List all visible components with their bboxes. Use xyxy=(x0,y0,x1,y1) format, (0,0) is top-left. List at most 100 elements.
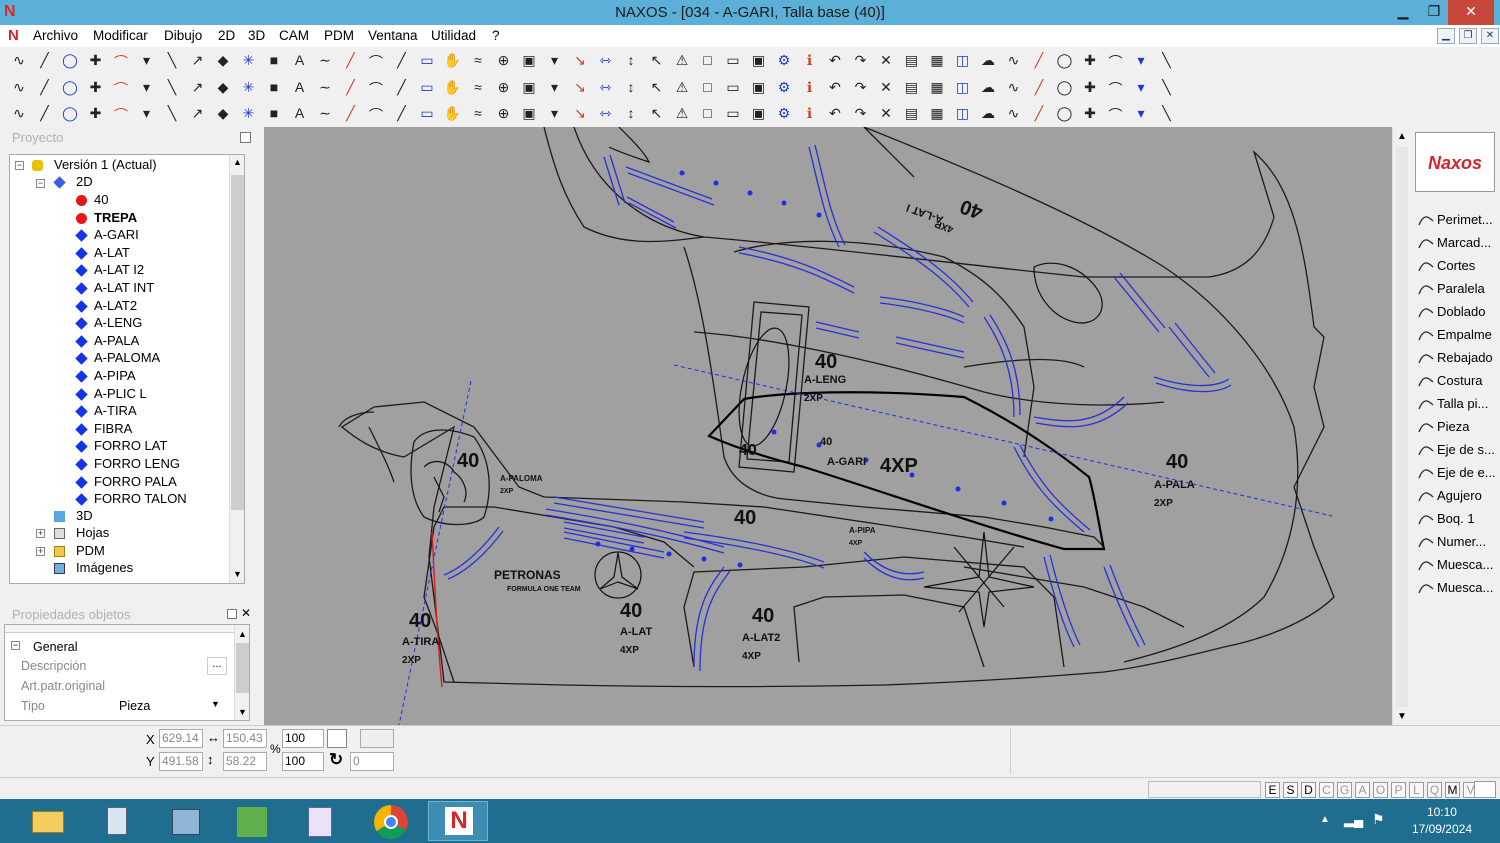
toolbar-tool-icon[interactable]: ∿ xyxy=(10,105,28,123)
status-letter[interactable]: P xyxy=(1391,782,1406,798)
toolbar-tool-icon[interactable]: ▾ xyxy=(546,105,564,123)
toolbar-tool-icon[interactable]: ◆ xyxy=(214,79,232,97)
toolbar-tool-icon[interactable]: ◯ xyxy=(61,105,79,123)
tree-expand-icon[interactable]: + xyxy=(36,529,45,538)
toolbar-tool-icon[interactable]: ⊕ xyxy=(495,52,513,70)
toolbar-tool-icon[interactable]: ╲ xyxy=(163,79,181,97)
document-icon[interactable]: N xyxy=(8,27,19,44)
toolbar-tool-icon[interactable]: ▾ xyxy=(138,52,156,70)
status-letter[interactable]: O xyxy=(1373,782,1388,798)
status-letter[interactable]: Q xyxy=(1427,782,1442,798)
status-letter[interactable]: L xyxy=(1409,782,1424,798)
toolbar-tool-icon[interactable]: ⚙ xyxy=(775,105,793,123)
scroll-up-icon[interactable]: ▲ xyxy=(238,629,247,639)
toolbar-tool-icon[interactable]: ╱ xyxy=(342,105,360,123)
toolbar-tool-icon[interactable]: ■ xyxy=(265,105,283,123)
toolbar-tool-icon[interactable]: ⌒ xyxy=(1107,52,1125,70)
tool-item[interactable]: Agujero xyxy=(1415,485,1499,507)
toolbar-tool-icon[interactable]: ⚠ xyxy=(673,105,691,123)
tool-item[interactable]: Talla pi... xyxy=(1415,393,1499,415)
toolbar-tool-icon[interactable]: ∿ xyxy=(10,52,28,70)
toolbar-tool-icon[interactable]: ▾ xyxy=(546,52,564,70)
toolbar-tool-icon[interactable]: ▣ xyxy=(750,105,768,123)
toolbar-tool-icon[interactable]: ⊕ xyxy=(495,79,513,97)
status-letter[interactable]: D xyxy=(1301,782,1316,798)
toolbar-tool-icon[interactable]: ℹ xyxy=(801,52,819,70)
taskbar-green-app-icon[interactable] xyxy=(222,801,282,841)
toolbar-tool-icon[interactable]: ╱ xyxy=(393,79,411,97)
toolbar-tool-icon[interactable]: ⌒ xyxy=(1107,79,1125,97)
toolbar-tool-icon[interactable]: ╱ xyxy=(393,105,411,123)
toolbar-tool-icon[interactable]: □ xyxy=(699,52,717,70)
maximize-button[interactable]: ❐ xyxy=(1416,0,1452,25)
tree-collapse-icon[interactable]: − xyxy=(15,161,24,170)
props-scrollbar[interactable]: ▲ ▼ xyxy=(234,625,249,720)
toolbar-tool-icon[interactable]: ◯ xyxy=(1056,52,1074,70)
toolbar-tool-icon[interactable]: ∿ xyxy=(1005,52,1023,70)
toolbar-tool-icon[interactable]: ▣ xyxy=(750,79,768,97)
toolbar-tool-icon[interactable]: ▭ xyxy=(724,105,742,123)
toolbar-tool-icon[interactable]: ✳ xyxy=(240,52,258,70)
toolbar-tool-icon[interactable]: ✚ xyxy=(87,52,105,70)
tool-item[interactable]: Cortes xyxy=(1415,255,1499,277)
toolbar-tool-icon[interactable]: ∼ xyxy=(316,52,334,70)
rotation-field[interactable]: 0 xyxy=(350,752,394,771)
toolbar-tool-icon[interactable]: ∿ xyxy=(10,79,28,97)
toolbar-tool-icon[interactable]: ◫ xyxy=(954,79,972,97)
toolbar-tool-icon[interactable]: ↶ xyxy=(826,105,844,123)
toolbar-tool-icon[interactable]: ╲ xyxy=(1158,52,1176,70)
scroll-down-icon[interactable]: ▼ xyxy=(233,569,242,579)
x-coordinate-field[interactable]: 629.14 xyxy=(159,729,203,748)
toolbar-tool-icon[interactable]: ▭ xyxy=(418,79,436,97)
toolbar-tool-icon[interactable]: ✕ xyxy=(877,79,895,97)
toolbar-tool-icon[interactable]: ▾ xyxy=(138,79,156,97)
mdi-restore-icon[interactable]: ❐ xyxy=(1459,28,1477,44)
toolbar-tool-icon[interactable]: ↕ xyxy=(622,105,640,123)
toolbar-tool-icon[interactable]: ▤ xyxy=(903,52,921,70)
tray-arrow-icon[interactable]: ▲ xyxy=(1320,814,1330,825)
toolbar-tool-icon[interactable]: ▤ xyxy=(903,105,921,123)
toolbar-tool-icon[interactable]: ◫ xyxy=(954,52,972,70)
toolbar-tool-icon[interactable]: ▣ xyxy=(520,105,538,123)
scale-x-field[interactable]: 100 xyxy=(282,729,324,748)
status-flag-icon[interactable] xyxy=(1474,781,1496,798)
taskbar-files-icon[interactable] xyxy=(156,801,216,841)
tool-item[interactable]: Rebajado xyxy=(1415,347,1499,369)
ellipsis-button[interactable]: ... xyxy=(207,657,227,675)
tree-scrollbar[interactable]: ▲ ▼ xyxy=(229,155,244,583)
toolbar-tool-icon[interactable]: ▦ xyxy=(928,79,946,97)
tool-item[interactable]: Muesca... xyxy=(1415,577,1499,599)
toolbar-tool-icon[interactable]: ▣ xyxy=(520,79,538,97)
toolbar-tool-icon[interactable]: ▦ xyxy=(928,52,946,70)
toolbar-tool-icon[interactable]: ╱ xyxy=(36,105,54,123)
toolbar-tool-icon[interactable]: ✕ xyxy=(877,52,895,70)
menu-cam[interactable]: CAM xyxy=(279,28,309,43)
toolbar-tool-icon[interactable]: ▭ xyxy=(418,52,436,70)
height-field[interactable]: 58.22 xyxy=(223,752,267,771)
toolbar-tool-icon[interactable]: ╲ xyxy=(1158,79,1176,97)
menu-3d[interactable]: 3D xyxy=(248,28,265,43)
toolbar-tool-icon[interactable]: ⚙ xyxy=(775,52,793,70)
toolbar-tool-icon[interactable]: ▭ xyxy=(724,52,742,70)
tool-item[interactable]: Paralela xyxy=(1415,278,1499,300)
tree-expand-icon[interactable]: + xyxy=(36,547,45,556)
status-letter[interactable]: S xyxy=(1283,782,1298,798)
toolbar-tool-icon[interactable]: ↷ xyxy=(852,52,870,70)
panel-pin-icon[interactable] xyxy=(240,132,251,143)
scale-y-field[interactable]: 100 xyxy=(282,752,324,771)
toolbar-tool-icon[interactable]: ▭ xyxy=(418,105,436,123)
scroll-up-icon[interactable]: ▲ xyxy=(1397,131,1407,142)
prop-group-general[interactable]: − General xyxy=(5,637,235,657)
toolbar-tool-icon[interactable]: ⚠ xyxy=(673,52,691,70)
toolbar-tool-icon[interactable]: ↖ xyxy=(648,79,666,97)
tool-item[interactable]: Pieza xyxy=(1415,416,1499,438)
toolbar-tool-icon[interactable]: ∿ xyxy=(1005,105,1023,123)
network-icon[interactable]: ▂▄ xyxy=(1344,812,1363,828)
toolbar-tool-icon[interactable]: A xyxy=(291,105,309,123)
tool-item[interactable]: Doblado xyxy=(1415,301,1499,323)
taskbar-calculator-icon[interactable] xyxy=(87,801,147,841)
toolbar-tool-icon[interactable]: ☁ xyxy=(979,105,997,123)
tipo-select[interactable]: Pieza xyxy=(119,699,150,713)
group-collapse-icon[interactable]: − xyxy=(11,641,20,650)
drawing-canvas[interactable]: 40 A-LENG 2XP 40 A-GARI 4XP 40 A-PALA 2XP 40 A-PAL… xyxy=(264,127,1392,725)
